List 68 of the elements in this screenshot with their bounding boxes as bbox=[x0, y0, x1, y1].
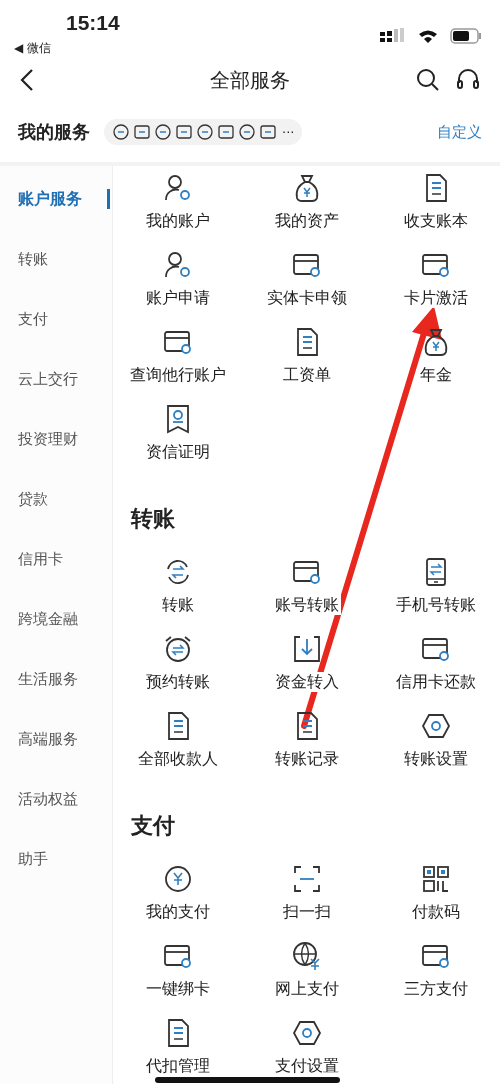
signal-icon bbox=[380, 28, 406, 44]
person-icon[interactable] bbox=[162, 173, 193, 203]
sidebar-item[interactable]: 账户服务 bbox=[0, 169, 112, 229]
sidebar-item[interactable]: 高端服务 bbox=[0, 709, 112, 769]
battery-icon bbox=[450, 28, 482, 44]
hexagon-icon[interactable] bbox=[291, 1018, 322, 1048]
sidebar-item[interactable]: 贷款 bbox=[0, 469, 112, 529]
sidebar-item[interactable]: 信用卡 bbox=[0, 529, 112, 589]
shortcut-strip[interactable]: ··· bbox=[104, 119, 303, 145]
search-icon[interactable] bbox=[416, 68, 440, 92]
hexagon-icon[interactable] bbox=[420, 711, 451, 741]
service-label: 一键绑卡 bbox=[143, 979, 212, 999]
service-label: 账号转账 bbox=[272, 595, 341, 615]
globe-icon[interactable] bbox=[291, 941, 322, 971]
headset-icon[interactable] bbox=[456, 68, 480, 92]
shortcut-icon bbox=[196, 123, 214, 141]
service-label: 转账设置 bbox=[401, 749, 470, 769]
sidebar-item[interactable]: 生活服务 bbox=[0, 649, 112, 709]
service-label: 付款码 bbox=[409, 902, 462, 922]
service-label: 收支账本 bbox=[401, 211, 470, 231]
service-label: 年金 bbox=[417, 365, 454, 385]
sidebar-item[interactable]: 支付 bbox=[0, 289, 112, 349]
qr-code-icon[interactable] bbox=[420, 864, 451, 894]
shortcut-icon bbox=[238, 123, 256, 141]
shortcut-icon bbox=[112, 123, 130, 141]
service-label: 预约转账 bbox=[143, 672, 212, 692]
service-label: 查询他行账户 bbox=[127, 365, 228, 385]
section-title: 支付 bbox=[130, 812, 176, 840]
status-time: 15:14 bbox=[66, 10, 120, 36]
service-label: 手机号转账 bbox=[393, 595, 478, 615]
sidebar-item[interactable]: 转账 bbox=[0, 229, 112, 289]
sidebar-item[interactable]: 云上交行 bbox=[0, 349, 112, 409]
customize-link[interactable]: 自定义 bbox=[437, 122, 482, 142]
service-label: 支付设置 bbox=[272, 1056, 341, 1076]
service-label: 信用卡还款 bbox=[393, 672, 478, 692]
service-label: 卡片激活 bbox=[401, 288, 470, 308]
service-label: 转账记录 bbox=[272, 749, 341, 769]
back-icon[interactable] bbox=[20, 68, 34, 92]
scan-icon[interactable] bbox=[291, 864, 322, 894]
section-title: 转账 bbox=[129, 505, 176, 533]
service-label: 代扣管理 bbox=[143, 1056, 212, 1076]
download-icon[interactable] bbox=[291, 634, 322, 664]
person-icon[interactable] bbox=[162, 250, 193, 280]
service-label: 我的账户 bbox=[143, 211, 212, 231]
wifi-icon bbox=[418, 28, 438, 44]
shortcut-icon bbox=[175, 123, 193, 141]
service-label: 我的支付 bbox=[143, 902, 212, 922]
my-services-title: 我的服务 bbox=[18, 120, 90, 144]
service-label: 工资单 bbox=[280, 365, 333, 385]
service-label: 三方支付 bbox=[401, 979, 470, 999]
back-to-app-link[interactable]: ◀ 微信 bbox=[14, 40, 120, 56]
service-label: 全部收款人 bbox=[135, 749, 220, 769]
page-title: 全部服务 bbox=[210, 66, 290, 94]
sidebar-item[interactable]: 助手 bbox=[0, 829, 112, 889]
sidebar-item[interactable]: 跨境金融 bbox=[0, 589, 112, 649]
shortcut-icon bbox=[133, 123, 151, 141]
sidebar-item[interactable]: 活动权益 bbox=[0, 769, 112, 829]
service-label: 扫一扫 bbox=[280, 902, 333, 922]
coin-icon[interactable] bbox=[162, 864, 193, 894]
service-label: 我的资产 bbox=[272, 211, 341, 231]
shortcut-icon bbox=[217, 123, 235, 141]
service-label: 账户申请 bbox=[143, 288, 212, 308]
shortcut-icon bbox=[154, 123, 172, 141]
service-label: 转账 bbox=[159, 595, 196, 615]
service-label: 实体卡申领 bbox=[264, 288, 349, 308]
more-label: ··· bbox=[282, 124, 295, 140]
sidebar-item[interactable]: 投资理财 bbox=[0, 409, 112, 469]
shortcut-icon bbox=[259, 123, 277, 141]
